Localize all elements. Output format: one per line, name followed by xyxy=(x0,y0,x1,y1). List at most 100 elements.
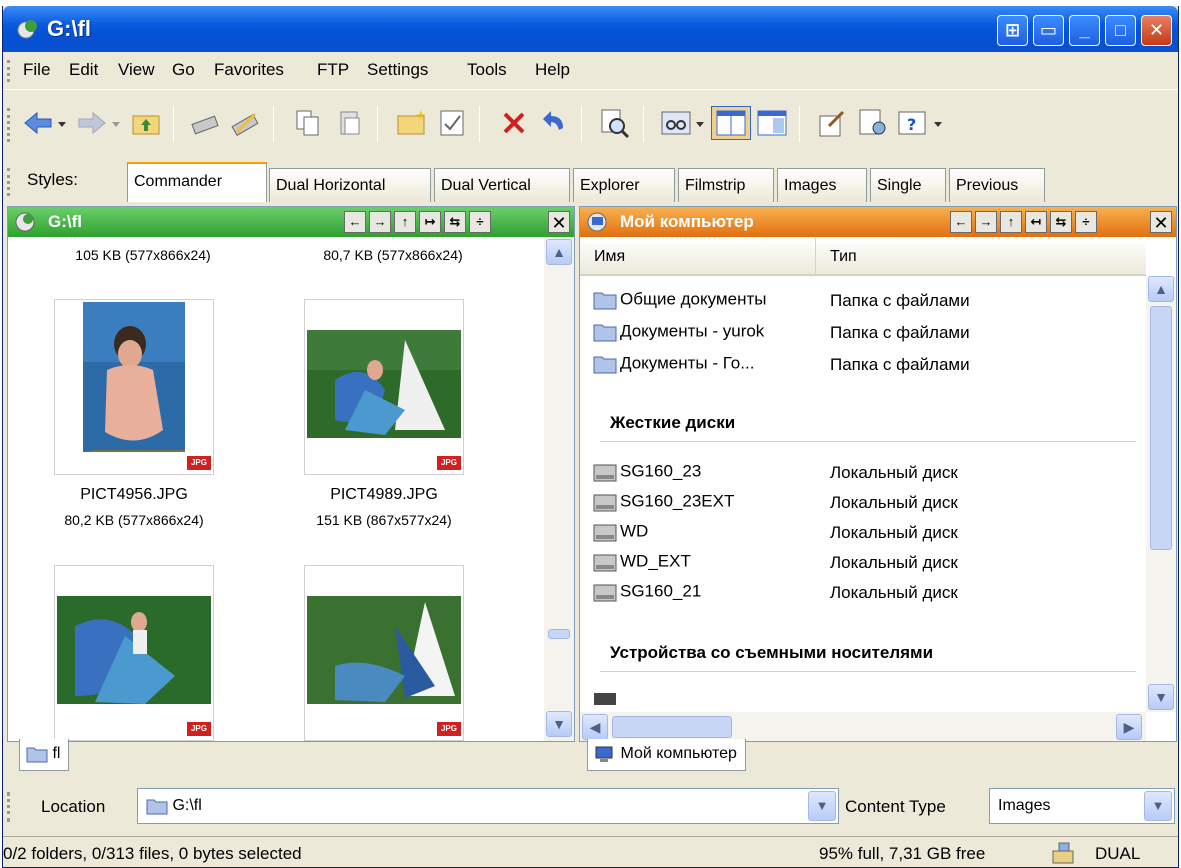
jpg-badge: JPG xyxy=(437,722,461,736)
search-icon[interactable] xyxy=(597,106,631,140)
view-mode-icon[interactable] xyxy=(659,106,693,140)
list-item[interactable]: WD_EXT xyxy=(592,551,691,573)
left-folder-tab[interactable]: fl xyxy=(19,739,70,771)
pane-swap-button[interactable]: ⇆ xyxy=(444,211,466,233)
maximize-button[interactable]: □ xyxy=(1105,15,1136,46)
list-item[interactable]: Документы - Го... xyxy=(592,353,754,375)
pane-split-button[interactable]: ÷ xyxy=(469,211,491,233)
right-pane-close-button[interactable]: ✕ xyxy=(1150,211,1172,233)
forward-dropdown-icon[interactable] xyxy=(109,106,123,140)
delete-icon[interactable] xyxy=(497,106,531,140)
tab-commander[interactable]: Commander xyxy=(127,162,267,202)
scroll-up-button[interactable]: ▲ xyxy=(546,239,572,265)
folder-up-icon[interactable] xyxy=(129,106,163,140)
pane-back-button[interactable]: ← xyxy=(950,211,972,233)
tab-images[interactable]: Images xyxy=(777,168,867,202)
right-pane-vscrollbar[interactable]: ▲ ▼ xyxy=(1146,276,1176,712)
single-view-button[interactable]: ▭ xyxy=(1033,15,1064,46)
back-dropdown-icon[interactable] xyxy=(55,106,69,140)
image-thumbnail[interactable]: JPG xyxy=(54,299,214,475)
copy-icon[interactable] xyxy=(291,106,325,140)
disconnect-drive-icon[interactable] xyxy=(229,106,263,140)
scroll-up-button[interactable]: ▲ xyxy=(1148,276,1174,302)
minimize-button[interactable]: _ xyxy=(1069,15,1100,46)
list-item[interactable]: SG160_23 xyxy=(592,461,701,483)
properties-icon[interactable] xyxy=(435,106,469,140)
pane-copy-to-button[interactable]: ↦ xyxy=(419,211,441,233)
column-header-name[interactable]: Имя xyxy=(580,238,816,276)
pane-copy-to-button[interactable]: ↤ xyxy=(1025,211,1047,233)
scroll-right-button[interactable]: ▶ xyxy=(1116,714,1142,740)
list-item-partial[interactable] xyxy=(592,691,620,705)
pane-forward-button[interactable]: → xyxy=(975,211,997,233)
scroll-thumb[interactable] xyxy=(1150,306,1172,550)
content-type-dropdown-button[interactable]: ▼ xyxy=(1144,791,1172,821)
paste-icon[interactable] xyxy=(333,106,367,140)
pane-forward-button[interactable]: → xyxy=(369,211,391,233)
map-drive-icon[interactable] xyxy=(189,106,223,140)
menu-favorites[interactable]: Favorites xyxy=(214,60,284,80)
image-thumbnail[interactable]: JPG xyxy=(54,565,214,741)
new-folder-icon[interactable] xyxy=(395,106,429,140)
menu-edit[interactable]: Edit xyxy=(69,60,98,80)
pane-up-button[interactable]: ↑ xyxy=(394,211,416,233)
menu-go[interactable]: Go xyxy=(172,60,195,80)
tab-previous[interactable]: Previous xyxy=(949,168,1045,202)
forward-arrow-icon[interactable] xyxy=(75,106,109,140)
item-name: SG160_21 xyxy=(620,581,702,601)
right-pane-hscrollbar[interactable]: ◀ ▶ xyxy=(580,712,1146,741)
list-item[interactable]: SG160_23EXT xyxy=(592,491,734,513)
pane-split-button[interactable]: ÷ xyxy=(1075,211,1097,233)
image-thumbnail[interactable]: JPG xyxy=(304,565,464,741)
left-pane-close-button[interactable]: ✕ xyxy=(548,211,570,233)
scroll-down-button[interactable]: ▼ xyxy=(1148,684,1174,710)
help-dropdown-icon[interactable] xyxy=(931,106,945,140)
close-button[interactable]: ✕ xyxy=(1141,15,1172,46)
preview-pane-icon[interactable] xyxy=(755,106,789,140)
left-pane-scrollbar[interactable]: ▲ ▼ xyxy=(544,237,574,741)
location-dropdown-button[interactable]: ▼ xyxy=(808,791,836,821)
list-item[interactable]: Документы - yurok xyxy=(592,321,764,343)
menu-file[interactable]: File xyxy=(23,60,50,80)
list-item[interactable]: WD xyxy=(592,521,648,543)
help-icon[interactable]: ? xyxy=(895,106,929,140)
list-item[interactable]: Общие документы xyxy=(592,289,766,311)
settings-icon[interactable] xyxy=(815,106,849,140)
undo-icon[interactable] xyxy=(537,106,571,140)
tab-single[interactable]: Single xyxy=(870,168,946,202)
back-arrow-icon[interactable] xyxy=(21,106,55,140)
menu-help[interactable]: Help xyxy=(535,60,570,80)
title-bar[interactable]: G:\fl ⊞ ▭ _ □ ✕ xyxy=(3,6,1178,52)
menu-tools[interactable]: Tools xyxy=(467,60,507,80)
scroll-down-button[interactable]: ▼ xyxy=(546,711,572,737)
styles-grip[interactable] xyxy=(7,168,11,196)
menu-view[interactable]: View xyxy=(118,60,155,80)
view-dropdown-icon[interactable] xyxy=(693,106,707,140)
content-type-select[interactable]: Images ▼ xyxy=(989,788,1175,824)
toolbar-grip[interactable] xyxy=(7,108,11,142)
right-pane-header[interactable]: Мой компьютер ← → ↑ ↤ ⇆ ÷ ✕ xyxy=(580,207,1176,237)
column-header-type[interactable]: Тип xyxy=(816,238,1146,276)
pane-back-button[interactable]: ← xyxy=(344,211,366,233)
dual-view-button[interactable]: ⊞ xyxy=(997,15,1028,46)
tab-dual-horizontal[interactable]: Dual Horizontal xyxy=(269,168,431,202)
left-pane-header[interactable]: G:\fl ← → ↑ ↦ ⇆ ÷ ✕ xyxy=(8,207,574,237)
image-thumbnail[interactable]: JPG xyxy=(304,299,464,475)
tab-dual-vertical[interactable]: Dual Vertical xyxy=(434,168,570,202)
location-combo[interactable]: G:\fl ▼ xyxy=(137,788,839,824)
hscroll-thumb[interactable] xyxy=(612,716,732,738)
list-item[interactable]: SG160_21 xyxy=(592,581,701,603)
right-folder-tab[interactable]: Мой компьютер xyxy=(587,739,746,771)
pane-up-button[interactable]: ↑ xyxy=(1000,211,1022,233)
scroll-thumb[interactable] xyxy=(548,629,570,639)
menu-ftp[interactable]: FTP xyxy=(317,60,349,80)
pane-swap-button[interactable]: ⇆ xyxy=(1050,211,1072,233)
notes-icon[interactable] xyxy=(855,106,889,140)
menu-grip[interactable] xyxy=(7,60,11,82)
dual-pane-toggle[interactable] xyxy=(711,106,751,140)
scroll-left-button[interactable]: ◀ xyxy=(582,714,608,740)
location-grip[interactable] xyxy=(7,792,11,822)
tab-filmstrip[interactable]: Filmstrip xyxy=(678,168,774,202)
tab-explorer[interactable]: Explorer xyxy=(573,168,675,202)
menu-settings[interactable]: Settings xyxy=(367,60,428,80)
